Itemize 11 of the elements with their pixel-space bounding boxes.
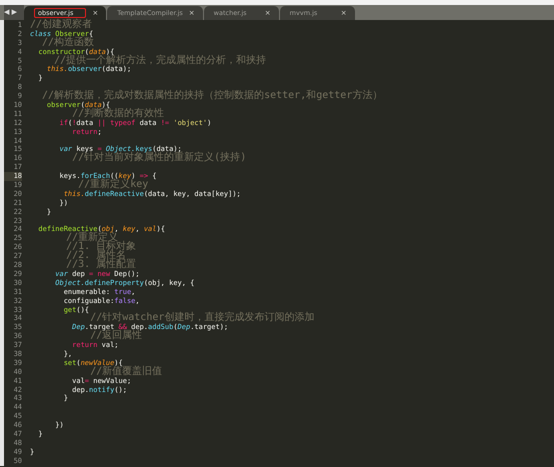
- code-line: //解析数据，完成对数据属性的挟持（控制数据的setter,和getter方法）: [41, 92, 382, 102]
- code-line: //返回属性: [90, 332, 142, 342]
- code-line: //判断数据的有效性: [71, 110, 164, 119]
- code-line: //构造函数: [41, 38, 94, 48]
- code-line: //新值覆盖旧值: [89, 368, 162, 377]
- code-line: //3. 属性配置: [65, 261, 136, 270]
- code-line: //针对当前对象属性的重新定义(挟持): [71, 154, 246, 164]
- code-line: //重新定义key: [78, 181, 148, 190]
- code-line: //提供一个解析方法，完成属性的分析，和挟持: [54, 56, 266, 66]
- code-line: //创建观察者: [30, 21, 92, 30]
- code-line: //针对watcher创建时，直接完成发布订阅的添加: [89, 314, 314, 324]
